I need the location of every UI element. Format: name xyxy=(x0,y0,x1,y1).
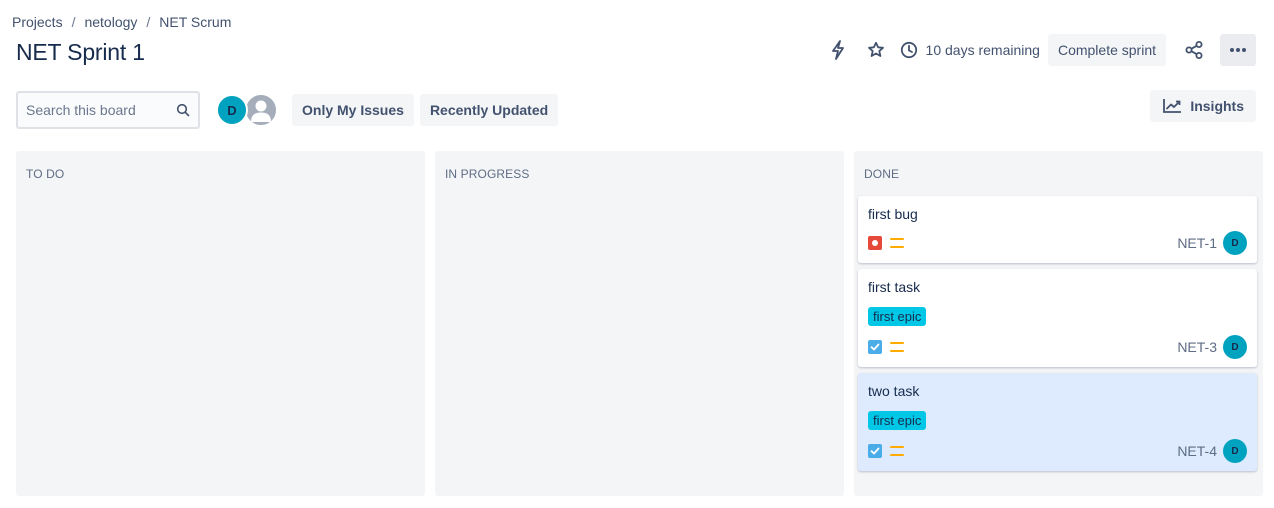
card-summary: first task xyxy=(868,279,921,295)
card-footer: NET-4 D xyxy=(868,439,1247,463)
breadcrumb-net-scrum[interactable]: NET Scrum xyxy=(159,14,231,30)
breadcrumb-separator: / xyxy=(71,14,76,30)
assignee-avatar[interactable]: D xyxy=(1223,231,1247,255)
issue-key[interactable]: NET-4 xyxy=(1177,443,1217,459)
share-icon xyxy=(1185,41,1203,59)
search-input[interactable] xyxy=(26,102,166,118)
column-todo: TO DO xyxy=(16,151,425,496)
card-key-assignee: NET-4 D xyxy=(1177,439,1247,463)
only-my-issues-filter[interactable]: Only My Issues xyxy=(292,94,414,126)
user-icon xyxy=(251,100,271,122)
unassigned-avatar[interactable] xyxy=(244,93,278,127)
column-done: DONE first bug NET-1 D first task first … xyxy=(854,151,1263,496)
breadcrumb-netology[interactable]: netology xyxy=(84,14,137,30)
card-summary: two task xyxy=(868,383,920,399)
column-in-progress: IN PROGRESS xyxy=(435,151,844,496)
assignee-avatar[interactable]: D xyxy=(1223,335,1247,359)
card-summary: first bug xyxy=(868,206,918,222)
insights-label: Insights xyxy=(1190,98,1244,114)
clock-icon xyxy=(900,41,917,59)
column-title: IN PROGRESS xyxy=(445,167,530,181)
priority-medium-icon xyxy=(890,238,904,248)
avatar[interactable]: D xyxy=(216,94,248,126)
epic-lozenge: first epic xyxy=(868,411,927,430)
recently-updated-filter[interactable]: Recently Updated xyxy=(419,94,559,126)
column-title: DONE xyxy=(864,167,900,181)
sprint-remaining: 10 days remaining xyxy=(900,41,1040,59)
card-list: first bug NET-1 D first task first epic xyxy=(858,196,1257,471)
task-icon xyxy=(868,340,882,354)
card-meta xyxy=(868,340,904,354)
header-actions: 10 days remaining Complete sprint xyxy=(822,34,1256,66)
more-icon xyxy=(1230,48,1246,52)
automation-button[interactable] xyxy=(822,34,854,66)
search-box xyxy=(16,91,200,129)
column-title: TO DO xyxy=(26,167,65,181)
card-key-assignee: NET-3 D xyxy=(1177,335,1247,359)
card-footer: NET-3 D xyxy=(868,335,1247,359)
issue-card[interactable]: first bug NET-1 D xyxy=(858,196,1257,263)
assignee-avatar[interactable]: D xyxy=(1223,439,1247,463)
assignee-filter-avatars: D xyxy=(216,93,278,127)
issue-key[interactable]: NET-1 xyxy=(1177,235,1217,251)
breadcrumb-separator: / xyxy=(146,14,151,30)
star-button[interactable] xyxy=(860,34,892,66)
epic-lozenge: first epic xyxy=(868,307,927,326)
task-icon xyxy=(868,444,882,458)
issue-key[interactable]: NET-3 xyxy=(1177,339,1217,355)
priority-medium-icon xyxy=(890,342,904,352)
card-meta xyxy=(868,236,904,250)
issue-card[interactable]: first task first epic NET-3 D xyxy=(858,269,1257,367)
card-footer: NET-1 D xyxy=(868,231,1247,255)
star-icon xyxy=(867,41,884,57)
breadcrumb: Projects / netology / NET Scrum xyxy=(12,14,231,30)
more-actions-button[interactable] xyxy=(1220,34,1256,66)
bug-icon xyxy=(868,236,882,250)
issue-card[interactable]: two task first epic NET-4 D xyxy=(858,373,1257,471)
board: TO DO IN PROGRESS DONE first bug NET-1 D xyxy=(16,151,1263,496)
card-key-assignee: NET-1 D xyxy=(1177,231,1247,255)
board-toolbar: D Only My Issues Recently Updated xyxy=(16,91,559,129)
priority-medium-icon xyxy=(890,446,904,456)
complete-sprint-button[interactable]: Complete sprint xyxy=(1047,34,1166,66)
search-icon xyxy=(176,103,190,117)
remaining-text: 10 days remaining xyxy=(925,42,1040,58)
card-meta xyxy=(868,444,904,458)
share-button[interactable] xyxy=(1178,34,1210,66)
page-title: NET Sprint 1 xyxy=(16,39,145,65)
lightning-icon xyxy=(831,40,844,60)
breadcrumb-projects[interactable]: Projects xyxy=(12,14,63,30)
chart-trend-icon xyxy=(1163,99,1182,113)
insights-button[interactable]: Insights xyxy=(1150,90,1256,122)
